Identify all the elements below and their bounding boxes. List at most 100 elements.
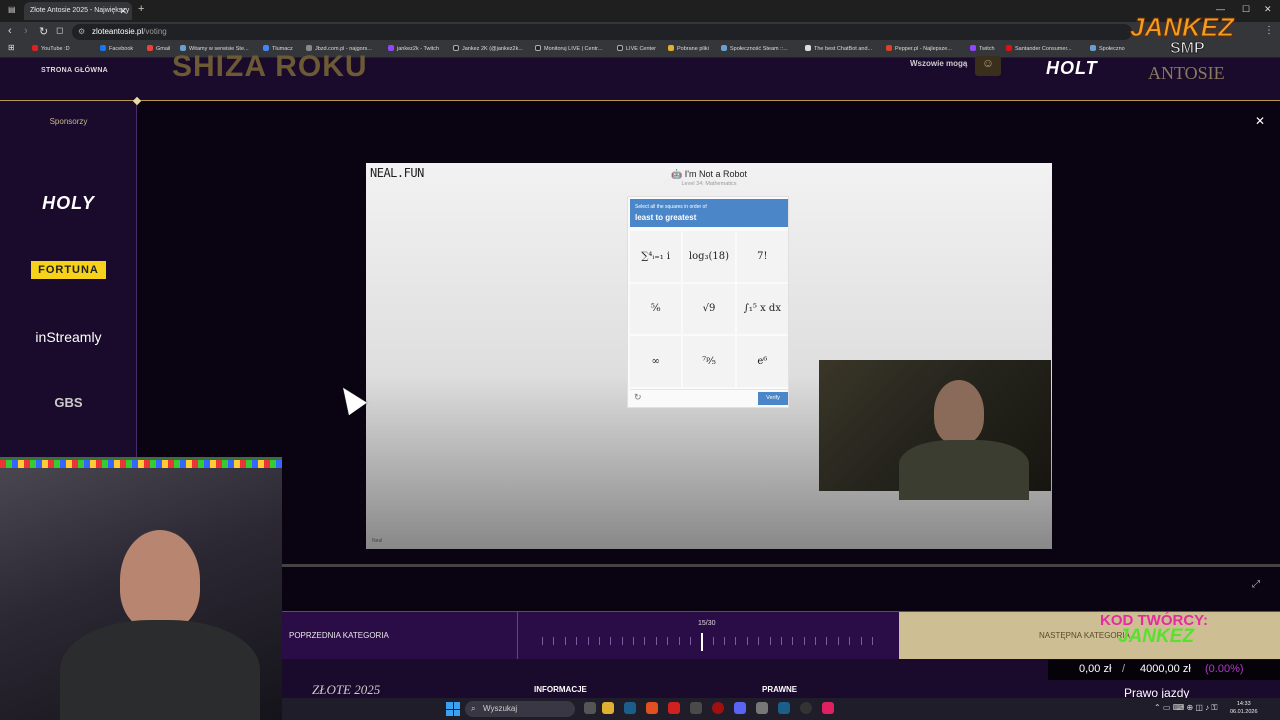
captcha-cell[interactable]: log₃(18): [683, 231, 735, 282]
home-link[interactable]: STRONA GŁÓWNA: [41, 67, 108, 74]
steam-icon[interactable]: [778, 702, 790, 714]
bookmark-item[interactable]: Monitoruj LIVE | Centr...: [535, 45, 602, 52]
category-tick[interactable]: [792, 637, 794, 645]
captcha-cell[interactable]: ∞: [630, 336, 682, 387]
apps-icon[interactable]: ⊞: [8, 43, 15, 52]
forward-icon[interactable]: ›: [24, 25, 28, 37]
category-heading: SHIZA ROKU: [172, 50, 368, 83]
refresh-icon[interactable]: ↻: [634, 392, 642, 403]
task-view-icon[interactable]: [584, 702, 596, 714]
category-tick[interactable]: [644, 637, 646, 645]
start-icon[interactable]: [446, 702, 460, 716]
category-tick[interactable]: [553, 637, 555, 645]
bookmark-item[interactable]: Pepper.pl - Najlepsze...: [886, 45, 952, 52]
bookmark-item[interactable]: The best ChatBot and...: [805, 45, 872, 52]
category-tick[interactable]: [610, 637, 612, 645]
captcha-cell[interactable]: ⁷ᵖ⁄₅: [683, 336, 735, 387]
sponsor-gbs[interactable]: GBS: [0, 395, 137, 410]
previous-category-button[interactable]: POPRZEDNIA KATEGORIA: [289, 631, 389, 640]
bookmark-item[interactable]: Społeczno: [1090, 45, 1125, 52]
category-tick[interactable]: [598, 637, 600, 645]
taskbar-search[interactable]: ⌕ Wyszukaj: [465, 701, 575, 717]
category-tick[interactable]: [849, 637, 851, 645]
category-tick-current[interactable]: [701, 633, 704, 651]
category-tick[interactable]: [803, 637, 805, 645]
obs-icon[interactable]: [800, 702, 812, 714]
window-close-icon[interactable]: ✕: [1264, 4, 1272, 15]
captcha-cell[interactable]: e⁶: [736, 336, 788, 387]
category-tick[interactable]: [678, 637, 680, 645]
category-tick[interactable]: [735, 637, 737, 645]
category-tick[interactable]: [826, 637, 828, 645]
app-icon[interactable]: [690, 702, 702, 714]
browser-tab[interactable]: Złote Antosie 2025 - Największy ✕: [24, 2, 132, 20]
category-tick[interactable]: [689, 637, 691, 645]
record-icon[interactable]: [712, 702, 724, 714]
bookmark-item[interactable]: Gmail: [147, 45, 170, 52]
fullscreen-icon[interactable]: ⤢: [1252, 579, 1260, 590]
category-tick[interactable]: [815, 637, 817, 645]
category-tick[interactable]: [667, 637, 669, 645]
captcha-cell[interactable]: ∫₁⁵ x dx: [736, 283, 788, 335]
bookmark-icon[interactable]: ◻: [56, 25, 63, 36]
file-explorer-icon[interactable]: [602, 702, 614, 714]
captcha-cell[interactable]: 7!: [736, 231, 788, 282]
url-field[interactable]: ⚙ zloteantosie.pl/voting: [72, 24, 1132, 40]
category-tick[interactable]: [587, 637, 589, 645]
category-tick[interactable]: [724, 637, 726, 645]
sponsor-instreamly[interactable]: inStreamly: [0, 329, 137, 345]
category-tick[interactable]: [837, 637, 839, 645]
bookmark-item[interactable]: jankez2k - Twitch: [388, 45, 439, 52]
category-tick[interactable]: [621, 637, 623, 645]
bookmark-item[interactable]: LIVE Center: [617, 45, 656, 52]
bookmark-item[interactable]: Facebook: [100, 45, 133, 52]
tab-close-icon[interactable]: ✕: [119, 2, 127, 20]
category-tick[interactable]: [712, 637, 714, 645]
bookmark-item[interactable]: YouTube :D: [32, 45, 70, 52]
sponsor-fortuna[interactable]: FORTUNA: [0, 260, 137, 279]
taskbar-clock[interactable]: 14:33 06.01.2026: [1230, 700, 1258, 716]
discord-icon[interactable]: [734, 702, 746, 714]
captcha-cell[interactable]: ∑⁴ᵢ₌₁ i: [630, 231, 682, 282]
category-tick[interactable]: [655, 637, 657, 645]
bookmark-item[interactable]: Pobrane pliki: [668, 45, 709, 52]
category-tick[interactable]: [564, 637, 566, 645]
app-icon[interactable]: [668, 702, 680, 714]
category-tick[interactable]: [746, 637, 748, 645]
captcha-cell[interactable]: ⁵⁄₆: [630, 283, 682, 335]
category-tick[interactable]: [769, 637, 771, 645]
user-icon[interactable]: ☺: [975, 56, 1001, 76]
category-tick[interactable]: [780, 637, 782, 645]
category-tick[interactable]: [758, 637, 760, 645]
video-progress-line[interactable]: [282, 564, 1280, 567]
verify-button[interactable]: Verify: [758, 392, 788, 405]
header-text: Wszowie mogą: [910, 59, 968, 68]
tiktok-icon[interactable]: [822, 702, 834, 714]
captcha-cell[interactable]: √9: [683, 283, 735, 335]
site-info-icon[interactable]: ⚙: [78, 24, 85, 40]
brave-icon[interactable]: [646, 702, 658, 714]
close-modal-icon[interactable]: ✕: [1255, 114, 1265, 128]
tab-menu-icon[interactable]: ▤: [8, 5, 16, 14]
category-tick[interactable]: [633, 637, 635, 645]
sponsor-holy[interactable]: HOLY: [0, 193, 137, 214]
bookmark-item[interactable]: Społeczność Steam ::...: [721, 45, 788, 52]
app-icon[interactable]: [756, 702, 768, 714]
next-category-button[interactable]: NASTĘPNA KATEGORIA: [899, 612, 1280, 660]
bookmark-item[interactable]: Jankez 2K (@jankez2k...: [453, 45, 523, 52]
menu-icon[interactable]: ⋮: [1264, 25, 1274, 36]
bookmark-item[interactable]: Twitch: [970, 45, 995, 52]
bookmark-item[interactable]: Santander Consumer...: [1006, 45, 1072, 52]
system-tray[interactable]: ⌃ ▭ ⌨ ⊕ ◫ ♪ ⚿: [1154, 703, 1218, 713]
category-tick[interactable]: [872, 637, 873, 645]
new-tab-icon[interactable]: +: [138, 3, 144, 15]
category-tick[interactable]: [542, 637, 543, 645]
category-tick[interactable]: [860, 637, 862, 645]
steam-icon[interactable]: [624, 702, 636, 714]
category-tick[interactable]: [576, 637, 578, 645]
tab-title: Złote Antosie 2025 - Największy: [30, 7, 130, 14]
streamer-body: [899, 440, 1029, 500]
back-icon[interactable]: ‹: [8, 25, 12, 37]
tiktok-icon: [453, 45, 459, 51]
reload-icon[interactable]: ↻: [39, 25, 48, 38]
